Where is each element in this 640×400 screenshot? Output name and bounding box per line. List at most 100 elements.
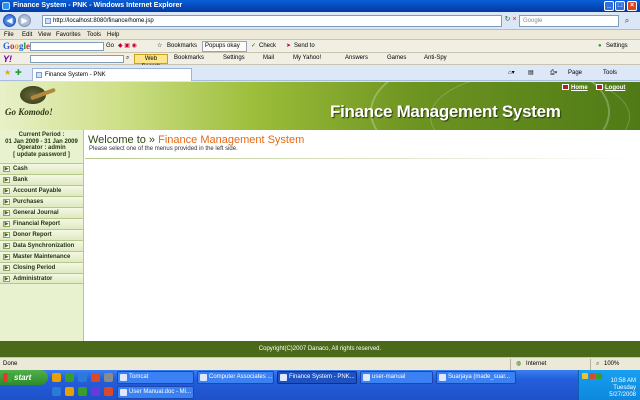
google-search-input[interactable] (30, 42, 104, 51)
favorites-star-icon[interactable]: ★ (4, 68, 11, 78)
maximize-button[interactable]: □ (615, 1, 625, 11)
quicklaunch-icon[interactable] (104, 387, 113, 396)
sidebar-item-label: Data Synchronization (13, 243, 75, 249)
forward-button[interactable]: ▶ (18, 14, 31, 27)
quicklaunch-icon[interactable] (91, 387, 100, 396)
task-user-manual-doc[interactable]: User Manual.doc - Mi... (117, 386, 194, 399)
address-actions: ↻ × (504, 15, 518, 27)
yahoo-bookmarks-button[interactable]: Bookmarks (174, 54, 204, 63)
home-link[interactable]: Home (562, 84, 588, 93)
quicklaunch-icon[interactable] (104, 373, 113, 382)
google-bookmarks-button[interactable]: Bookmarks (167, 42, 197, 51)
yahoo-search-input[interactable] (30, 55, 124, 63)
print-icon[interactable]: ⎙▾ (550, 69, 557, 77)
add-favorite-icon[interactable]: ✚ (15, 68, 22, 78)
sidebar: Current Period : 01 Jan 2009 - 31 Jan 20… (0, 130, 84, 341)
mail-button[interactable]: Mail (263, 54, 274, 63)
start-button[interactable]: start (0, 370, 48, 385)
search-icon[interactable]: ⌕ (126, 54, 129, 63)
quicklaunch-icon[interactable] (65, 373, 74, 382)
sidebar-item-master-maintenance[interactable]: ▶ Master Maintenance (0, 251, 83, 262)
task-computer-associates[interactable]: Computer Associates ... (197, 371, 274, 384)
update-password-link[interactable]: [ update password ] (0, 152, 83, 159)
tray-icons (582, 373, 603, 382)
tray-icon[interactable] (582, 373, 588, 379)
app-banner: Go Komodo! Finance Management System Hom… (0, 82, 640, 130)
address-bar: ◀ ▶ http://localhost:8080/finance/home.j… (0, 12, 640, 30)
divider (85, 158, 640, 159)
quicklaunch-icon[interactable] (52, 373, 61, 382)
menu-edit[interactable]: Edit (22, 31, 32, 39)
task-user-manual[interactable]: user-manual (360, 371, 433, 384)
divider (590, 359, 591, 370)
check-button[interactable]: Check (259, 42, 276, 51)
stop-icon[interactable]: × (511, 15, 518, 24)
ie-icon (2, 2, 10, 10)
app-icon (200, 374, 207, 381)
answers-button[interactable]: Answers (345, 54, 368, 63)
close-button[interactable]: × (627, 1, 637, 11)
menu-view[interactable]: View (38, 31, 51, 39)
toolbar-shortcut-icon[interactable]: ◆ ▣ ◉ (118, 42, 137, 51)
menu-favorites[interactable]: Favorites (56, 31, 81, 39)
task-finance-system[interactable]: Finance System - PNK... (277, 371, 357, 384)
sidebar-item-closing-period[interactable]: ▶ Closing Period (0, 262, 83, 273)
sidebar-item-data-synchronization[interactable]: ▶ Data Synchronization (0, 240, 83, 251)
quicklaunch-icon[interactable] (65, 387, 74, 396)
web-search-button[interactable]: Web Search (134, 54, 168, 70)
arrow-right-icon: ▶ (3, 166, 10, 172)
arrow-right-icon: ▶ (3, 210, 10, 216)
bookmarks-star-icon[interactable]: ☆ (157, 42, 162, 51)
task-tomcat[interactable]: Tomcat (117, 371, 194, 384)
tray-icon[interactable] (596, 373, 602, 379)
popups-button[interactable]: Popups okay (202, 41, 247, 52)
arrow-right-icon: ▶ (3, 276, 10, 282)
menu-tools[interactable]: Tools (87, 31, 101, 39)
url-field[interactable]: http://localhost:8080/finance/home.jsp (42, 15, 502, 27)
zoom-level[interactable]: 100% (604, 360, 619, 369)
sidebar-item-purchases[interactable]: ▶ Purchases (0, 196, 83, 207)
start-label: start (14, 373, 32, 382)
tray-icon[interactable] (589, 373, 595, 379)
search-icon[interactable]: ⌕ (621, 15, 633, 27)
search-input[interactable]: Google (519, 15, 619, 27)
menu-help[interactable]: Help (107, 31, 119, 39)
sidebar-item-account-payable[interactable]: ▶ Account Payable (0, 185, 83, 196)
my-yahoo-button[interactable]: My Yahoo! (293, 54, 321, 63)
quicklaunch-icon[interactable] (78, 373, 87, 382)
sidebar-item-donor-report[interactable]: ▶ Donor Report (0, 229, 83, 240)
sidebar-item-general-journal[interactable]: ▶ General Journal (0, 207, 83, 218)
zoom-icon: ⌕ (596, 361, 600, 367)
quicklaunch-icon[interactable] (91, 373, 100, 382)
task-suarjaya[interactable]: Suarjaya (made_suar... (436, 371, 516, 384)
globe-icon: ◍ (516, 361, 522, 367)
refresh-icon[interactable]: ↻ (504, 15, 511, 24)
sendto-button[interactable]: Send to (294, 42, 315, 51)
quicklaunch-icon[interactable] (52, 387, 61, 396)
console-icon (120, 374, 127, 381)
google-go-button[interactable]: Go (106, 42, 114, 51)
arrow-right-icon: ▶ (3, 232, 10, 238)
google-settings-button[interactable]: Settings (606, 42, 628, 51)
logout-icon (596, 84, 603, 90)
task-label: Suarjaya (made_suar... (448, 374, 511, 380)
page-menu-button[interactable]: Page (568, 69, 582, 77)
logout-link[interactable]: Logout (596, 84, 625, 93)
back-button[interactable]: ◀ (3, 14, 16, 27)
period-info: Current Period : 01 Jan 2009 - 31 Jan 20… (0, 130, 83, 163)
antispy-button[interactable]: Anti-Spy (424, 54, 447, 63)
games-button[interactable]: Games (387, 54, 406, 63)
sidebar-item-financial-report[interactable]: ▶ Financial Report (0, 218, 83, 229)
menu-file[interactable]: File (4, 31, 14, 39)
yahoo-settings-button[interactable]: Settings (223, 54, 245, 63)
home-icon[interactable]: ⌂▾ (508, 69, 515, 77)
quicklaunch-icon[interactable] (78, 387, 87, 396)
sidebar-item-cash[interactable]: ▶ Cash (0, 163, 83, 174)
sidebar-item-bank[interactable]: ▶ Bank (0, 174, 83, 185)
minimize-button[interactable]: _ (604, 1, 614, 11)
tab-finance-system[interactable]: Finance System - PNK (32, 68, 192, 81)
tools-menu-button[interactable]: Tools (603, 69, 617, 77)
sidebar-item-administrator[interactable]: ▶ Administrator (0, 273, 83, 284)
feeds-icon[interactable]: ▤ (528, 69, 534, 77)
check-icon: ✓ (251, 43, 257, 49)
